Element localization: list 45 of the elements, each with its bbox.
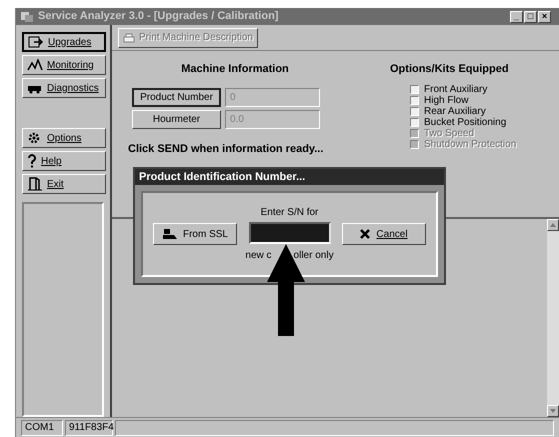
checkbox-label: Front Auxiliary — [424, 82, 488, 96]
status-field: 911F83F4 — [65, 420, 113, 436]
caption-text: new c — [245, 249, 272, 263]
checkbox-label: Rear Auxiliary — [424, 106, 486, 116]
printer-icon — [123, 32, 135, 42]
checkbox-label: Shutdown Protection — [424, 138, 516, 152]
checkbox[interactable] — [410, 118, 419, 126]
chart-icon — [27, 59, 43, 71]
field-button[interactable]: Hourmeter — [132, 110, 221, 128]
checkbox[interactable] — [410, 84, 419, 94]
minimize-button[interactable]: _ — [510, 10, 523, 22]
question-icon — [27, 154, 37, 168]
section-title: Machine Information — [180, 62, 290, 77]
from-ssl-button[interactable]: From SSL — [153, 223, 237, 245]
maximize-button[interactable]: □ — [524, 10, 537, 22]
sidebar-button[interactable]: Help — [22, 151, 106, 171]
machine-icon — [162, 228, 178, 240]
close-button[interactable]: × — [538, 10, 551, 22]
window-title: Service Analyzer 3.0 - [Upgrades / Calibration] — [38, 9, 278, 24]
app-icon — [20, 10, 34, 22]
scroll-up-icon — [550, 223, 556, 227]
section-title: Options/Kits Equipped — [390, 62, 510, 77]
status-field: COM1 — [21, 420, 63, 436]
sidebar-button[interactable]: Upgrades — [22, 32, 106, 52]
dialog-title: Product Identification Number... — [135, 169, 444, 185]
scrollbar[interactable] — [547, 219, 559, 417]
caption-text: oller only — [294, 249, 334, 263]
checkbox[interactable] — [410, 96, 419, 104]
scroll-down-icon — [550, 409, 556, 413]
sidebar-button[interactable]: Exit — [22, 174, 106, 194]
checkbox[interactable] — [410, 106, 419, 116]
sidebar-button[interactable]: Monitoring — [22, 55, 106, 75]
sidebar-button[interactable]: Options — [22, 128, 106, 148]
window-arrow-icon — [28, 36, 44, 48]
door-icon — [27, 177, 43, 191]
checkbox-label: Two Speed — [424, 128, 474, 138]
close-icon — [360, 229, 370, 239]
checkbox-label: High Flow — [424, 94, 468, 106]
prompt-text: Click SEND when information ready... — [128, 142, 324, 156]
checkbox-label: Bucket Positioning — [424, 116, 506, 128]
cancel-button[interactable]: Cancel — [342, 223, 426, 245]
sidebar-button[interactable]: Diagnostics — [22, 78, 106, 98]
field-button[interactable]: Product Number — [132, 88, 221, 106]
field-label: Enter S/N for — [260, 206, 318, 220]
serial-number-field[interactable] — [248, 222, 330, 244]
